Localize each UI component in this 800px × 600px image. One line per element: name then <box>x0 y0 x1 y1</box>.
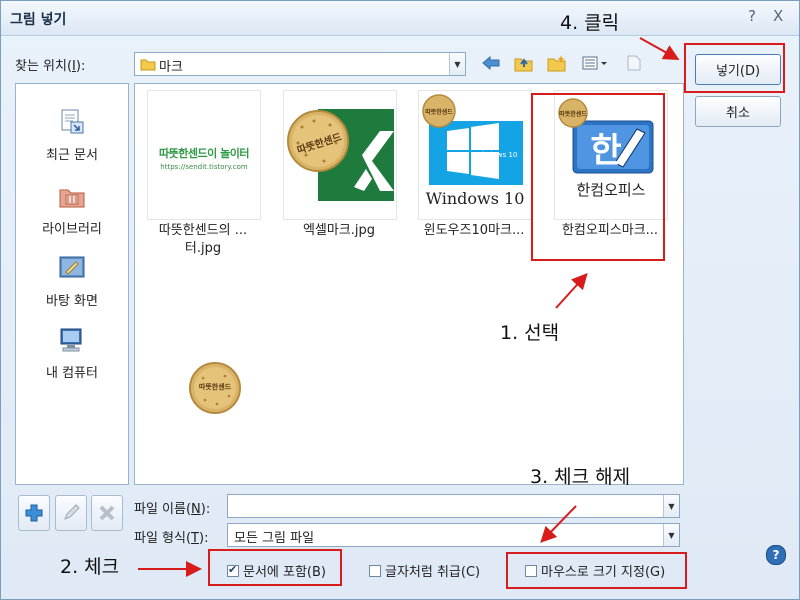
location-value: 마크 <box>159 60 183 75</box>
thumbnail-text: 따뜻한센드이 놀이터 <box>159 147 249 160</box>
location-combo[interactable]: 마크 ▼ <box>134 52 466 76</box>
places-sidebar: 최근 문서 라이브러리 바탕 화면 내 컴퓨터 <box>15 83 129 485</box>
place-recent-documents[interactable]: 최근 문서 <box>16 108 128 163</box>
back-arrow-icon[interactable] <box>480 52 502 74</box>
help-icon[interactable]: ? <box>766 545 786 565</box>
annotation-step3: 3. 체크 해제 <box>530 466 631 488</box>
insert-picture-dialog: 그림 넣기 ? X 찾는 위치(I): 마크 ▼ 최근 문서 라이브러리 바탕 … <box>0 0 800 600</box>
add-button[interactable] <box>18 495 50 531</box>
place-label: 내 컴퓨터 <box>46 366 98 381</box>
checkbox-label: 글자처럼 취급(C) <box>385 565 481 580</box>
cancel-button[interactable]: 취소 <box>695 96 781 127</box>
annotation-step2: 2. 체크 <box>60 556 120 578</box>
file-thumbnail: 따뜻한센드 <box>187 360 243 416</box>
thumbnail-badge-text: 따뜻한센드 <box>559 111 587 118</box>
thumbnail-glyph: 한 <box>590 131 622 171</box>
file-name: 엑셀마크.jpg <box>302 223 376 238</box>
checkbox-label: 마우스로 크기 지정(G) <box>541 565 666 580</box>
place-library[interactable]: 라이브러리 <box>16 182 128 237</box>
filetype-combo[interactable]: 모든 그림 파일 ▼ <box>227 523 680 547</box>
document-icon <box>623 52 645 74</box>
edit-button[interactable] <box>55 495 87 531</box>
view-menu-icon[interactable] <box>581 52 611 74</box>
library-icon <box>59 189 85 208</box>
thumbnail-small-text: Windows 10 <box>475 151 518 159</box>
recent-documents-icon <box>61 109 84 134</box>
chevron-down-icon[interactable]: ▼ <box>663 524 679 546</box>
filetype-label: 파일 형식(T): <box>134 531 209 546</box>
delete-x-icon <box>99 505 115 521</box>
insert-button[interactable]: 넣기(D) <box>695 54 781 85</box>
thumbnail-text: Windows 10 <box>425 189 525 208</box>
checkbox-box[interactable] <box>227 563 239 577</box>
help-icon[interactable]: ? <box>748 7 756 25</box>
place-desktop[interactable]: 바탕 화면 <box>16 254 128 309</box>
file-name: 윈도우즈10마크... <box>423 223 525 238</box>
thumbnail-url: https://sendit.tistory.com <box>160 163 248 171</box>
desktop-icon <box>59 256 85 278</box>
embed-in-document-checkbox[interactable]: 문서에 포함(B) <box>227 561 326 580</box>
place-label: 바탕 화면 <box>46 294 98 309</box>
place-my-computer[interactable]: 내 컴퓨터 <box>16 326 128 381</box>
place-label: 최근 문서 <box>46 148 98 163</box>
file-thumbnail: 따뜻한센드 Windows 10 Windows 10 <box>418 90 532 220</box>
filetype-value: 모든 그림 파일 <box>234 531 315 546</box>
mouse-size-checkbox[interactable]: 마우스로 크기 지정(G) <box>525 561 665 580</box>
thumbnail-text: 따뜻한센드 <box>198 383 232 391</box>
thumbnail-text: 한컴오피스 <box>576 181 646 199</box>
file-list: 따뜻한센드이 놀이터 https://sendit.tistory.com 따뜻… <box>134 83 684 485</box>
file-thumbnail: 따뜻한센드이 놀이터 https://sendit.tistory.com <box>147 90 261 220</box>
plus-icon <box>25 504 43 522</box>
file-name: 따뜻한센드의 ... 터.jpg <box>158 223 248 256</box>
chevron-down-icon[interactable]: ▼ <box>449 53 465 75</box>
folder-icon <box>140 59 156 71</box>
delete-button[interactable] <box>91 495 123 531</box>
dialog-title: 그림 넣기 <box>10 12 67 28</box>
file-thumbnail: 따뜻한센드 <box>283 90 397 220</box>
pencil-icon <box>64 504 80 520</box>
checkbox-box[interactable] <box>525 564 537 577</box>
new-folder-icon[interactable] <box>546 52 568 74</box>
checkbox-label: 문서에 포함(B) <box>243 565 326 580</box>
checkbox-box[interactable] <box>369 564 381 577</box>
location-label: 찾는 위치(I): <box>15 59 86 74</box>
annotation-step1: 1. 선택 <box>500 322 560 344</box>
chevron-down-icon[interactable]: ▼ <box>663 495 679 517</box>
annotation-step4: 4. 클릭 <box>560 12 620 34</box>
up-folder-icon[interactable] <box>513 52 535 74</box>
filename-label: 파일 이름(N): <box>134 502 211 517</box>
thumbnail-badge-text: 따뜻한센드 <box>425 109 453 116</box>
close-icon[interactable]: X <box>773 7 783 25</box>
file-name: 한컴오피스마크... <box>561 223 659 238</box>
my-computer-icon <box>60 328 82 352</box>
file-thumbnail: 따뜻한센드 한 한컴오피스 <box>554 90 668 220</box>
filename-combo[interactable]: ▼ <box>227 494 680 518</box>
place-label: 라이브러리 <box>42 222 102 237</box>
title-bar: 그림 넣기 ? X <box>1 1 799 36</box>
treat-as-char-checkbox[interactable]: 글자처럼 취급(C) <box>369 561 480 580</box>
